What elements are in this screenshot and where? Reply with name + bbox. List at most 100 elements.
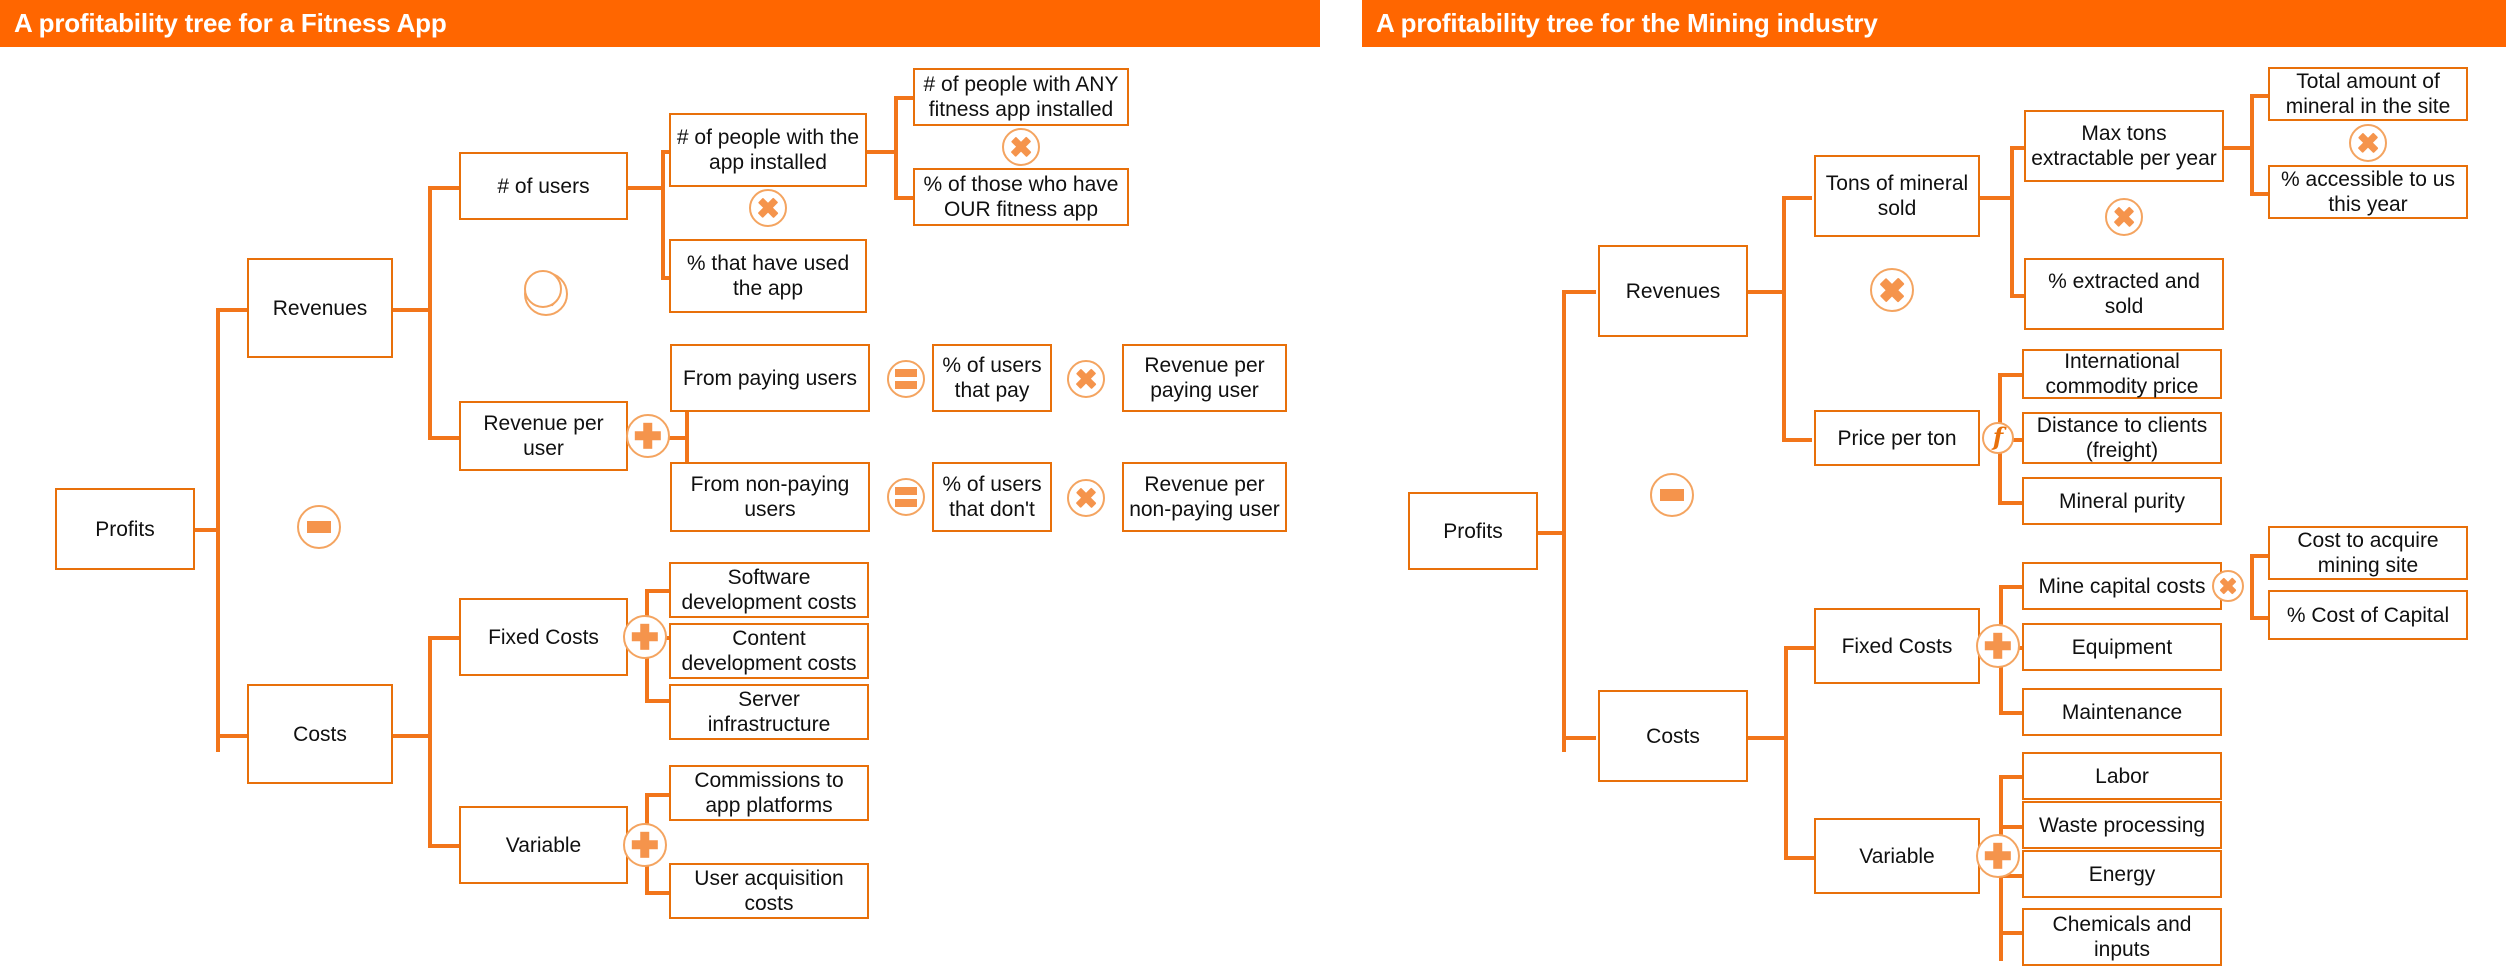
node-revenue-per-user[interactable]: Revenue per user	[459, 401, 628, 471]
node-mineral-purity[interactable]: Mineral purity	[2022, 477, 2222, 525]
node-labor[interactable]: Labor	[2022, 752, 2222, 800]
connector	[2250, 94, 2254, 196]
node-label: % extracted and sold	[2048, 270, 2200, 318]
node-label: Mineral purity	[2058, 489, 2186, 513]
operator-multiply-icon	[1002, 128, 1040, 166]
node-pct-cost-of-capital[interactable]: % Cost of Capital	[2268, 590, 2468, 640]
node-profits[interactable]: Profits	[55, 488, 195, 570]
node-label: Profits	[1443, 519, 1503, 543]
node-label: % of users that pay	[942, 354, 1042, 402]
node-user-acquisition-costs[interactable]: User acquisition costs	[669, 863, 869, 919]
operator-multiply-icon	[749, 189, 787, 227]
node-content-development-costs[interactable]: Content development costs	[669, 623, 869, 679]
node-chemicals-and-inputs[interactable]: Chemicals and inputs	[2022, 908, 2222, 966]
node-variable-costs[interactable]: Variable	[459, 806, 628, 884]
operator-multiply-icon	[2349, 124, 2387, 162]
operator-plus-icon	[623, 823, 667, 867]
node-revenue-per-non-paying-user[interactable]: Revenue per non-paying user	[1122, 462, 1287, 532]
node-energy[interactable]: Energy	[2022, 850, 2222, 898]
node-revenues[interactable]: Revenues	[1598, 245, 1748, 337]
node-from-paying-users[interactable]: From paying users	[670, 344, 870, 412]
node-label: User acquisition costs	[694, 867, 844, 915]
node-label: Total amount of mineral in the site	[2285, 70, 2451, 118]
operator-equals-icon	[887, 478, 925, 516]
node-cost-to-acquire-mining-site[interactable]: Cost to acquire mining site	[2268, 526, 2468, 580]
node-software-development-costs[interactable]: Software development costs	[669, 562, 869, 618]
node-label: Commissions to app platforms	[694, 769, 844, 817]
connector	[1980, 196, 2012, 200]
connector	[216, 308, 248, 312]
node-label: % that have used the app	[686, 252, 850, 300]
operator-plus-icon	[1976, 624, 2020, 668]
connector	[2250, 616, 2270, 620]
node-label: Variable	[1859, 844, 1935, 868]
node-pct-accessible-this-year[interactable]: % accessible to us this year	[2268, 165, 2468, 219]
connector	[1748, 736, 1786, 740]
connector	[645, 891, 669, 895]
connector	[1782, 438, 1812, 442]
node-distance-to-clients[interactable]: Distance to clients (freight)	[2022, 412, 2222, 464]
connector	[1784, 646, 1814, 650]
operator-plus-icon	[626, 414, 670, 458]
node-any-fitness-app-installed[interactable]: # of people with ANY fitness app install…	[913, 68, 1129, 126]
mining-title-banner: A profitability tree for the Mining indu…	[1362, 0, 2506, 47]
mining-title: A profitability tree for the Mining indu…	[1376, 8, 1878, 38]
node-label: From paying users	[683, 366, 857, 390]
operator-function-icon: f	[1982, 422, 2014, 454]
operator-minus-icon	[297, 505, 341, 549]
connector	[645, 793, 669, 797]
node-profits[interactable]: Profits	[1408, 492, 1538, 570]
node-label: # of people with the app installed	[676, 126, 860, 174]
node-label: Energy	[2088, 862, 2156, 886]
node-pct-have-used-app[interactable]: % that have used the app	[669, 239, 867, 313]
node-label: % accessible to us this year	[2281, 168, 2455, 216]
connector	[1999, 711, 2023, 715]
node-label: Profits	[95, 517, 155, 541]
node-total-mineral-in-site[interactable]: Total amount of mineral in the site	[2268, 67, 2468, 121]
connector	[645, 699, 669, 703]
node-tons-of-mineral-sold[interactable]: Tons of mineral sold	[1814, 155, 1980, 237]
node-label: % Cost of Capital	[2286, 603, 2450, 627]
connector	[1784, 856, 1814, 860]
node-label: Revenue per user	[483, 412, 604, 460]
node-label: Equipment	[2071, 635, 2173, 659]
node-revenue-per-paying-user[interactable]: Revenue per paying user	[1122, 344, 1287, 412]
node-equipment[interactable]: Equipment	[2022, 623, 2222, 671]
node-revenues[interactable]: Revenues	[247, 258, 393, 358]
node-maintenance[interactable]: Maintenance	[2022, 688, 2222, 736]
node-server-infrastructure[interactable]: Server infrastructure	[669, 684, 869, 740]
node-label: From non-paying users	[690, 473, 850, 521]
node-num-of-users[interactable]: # of users	[459, 152, 628, 220]
node-max-tons-extractable[interactable]: Max tons extractable per year	[2024, 110, 2224, 182]
node-pct-extracted-and-sold[interactable]: % extracted and sold	[2024, 258, 2224, 330]
connector	[392, 734, 430, 738]
node-commissions-to-app-platforms[interactable]: Commissions to app platforms	[669, 765, 869, 821]
node-from-non-paying-users[interactable]: From non-paying users	[670, 462, 870, 532]
fitness-app-title: A profitability tree for a Fitness App	[14, 8, 447, 38]
node-mine-capital-costs[interactable]: Mine capital costs	[2022, 562, 2222, 610]
node-fixed-costs[interactable]: Fixed Costs	[459, 598, 628, 676]
node-people-with-app-installed[interactable]: # of people with the app installed	[669, 113, 867, 187]
connector	[1999, 585, 2023, 589]
node-international-commodity-price[interactable]: International commodity price	[2022, 349, 2222, 399]
node-costs[interactable]: Costs	[247, 684, 393, 784]
node-variable-costs[interactable]: Variable	[1814, 818, 1980, 894]
node-our-fitness-app[interactable]: % of those who have OUR fitness app	[913, 168, 1129, 226]
node-label: International commodity price	[2045, 350, 2199, 398]
node-label: Distance to clients (freight)	[2036, 414, 2208, 462]
diagram-canvas: A profitability tree for a Fitness App P…	[0, 0, 2506, 975]
connector	[2250, 554, 2254, 620]
node-label: % of users that don't	[942, 473, 1042, 521]
connector	[1782, 196, 1786, 440]
connector	[894, 96, 898, 200]
connector	[1998, 373, 2024, 377]
node-costs[interactable]: Costs	[1598, 690, 1748, 782]
connector	[1999, 825, 2023, 829]
node-pct-users-that-pay[interactable]: % of users that pay	[932, 344, 1052, 412]
connector	[428, 186, 432, 440]
node-price-per-ton[interactable]: Price per ton	[1814, 410, 1980, 466]
node-waste-processing[interactable]: Waste processing	[2022, 801, 2222, 849]
operator-multiply-icon	[524, 270, 562, 308]
node-fixed-costs[interactable]: Fixed Costs	[1814, 608, 1980, 684]
node-pct-users-that-dont[interactable]: % of users that don't	[932, 462, 1052, 532]
